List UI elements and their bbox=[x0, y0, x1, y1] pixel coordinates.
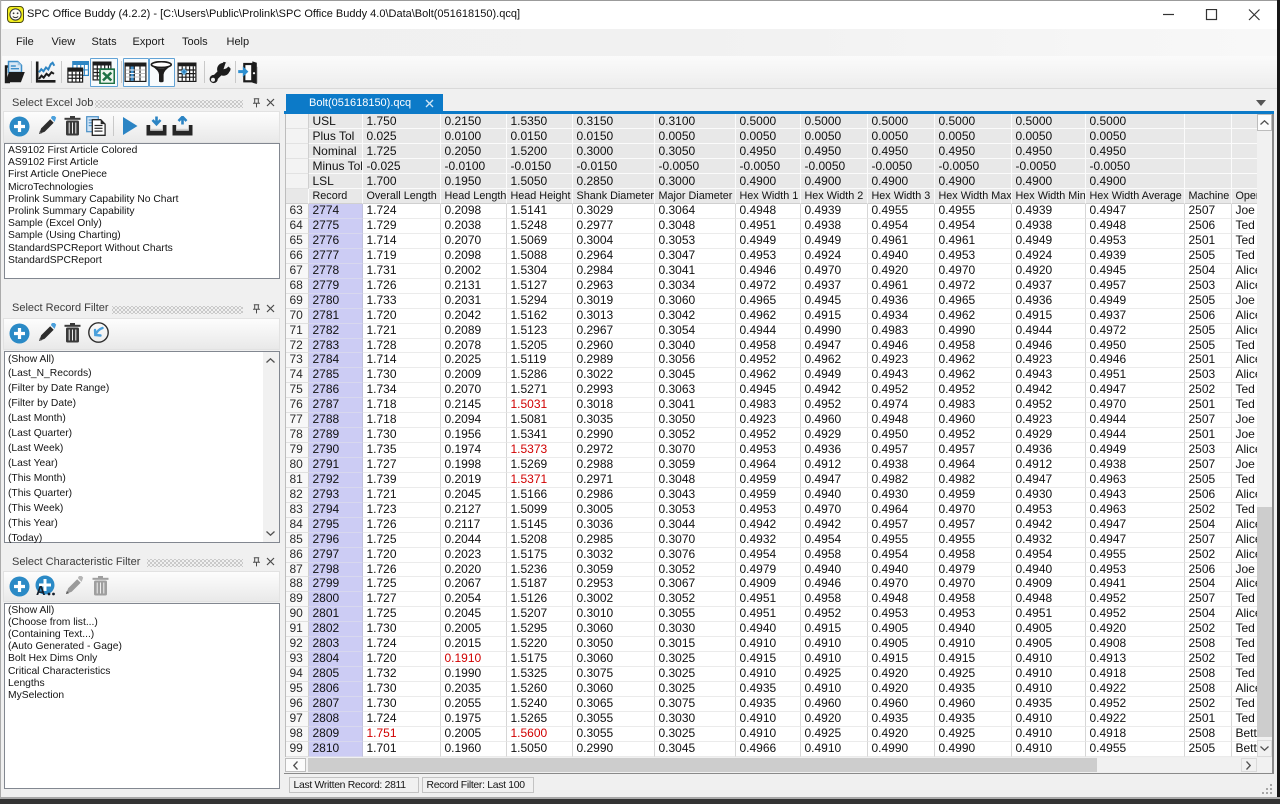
svg-text:A: A bbox=[36, 583, 46, 598]
